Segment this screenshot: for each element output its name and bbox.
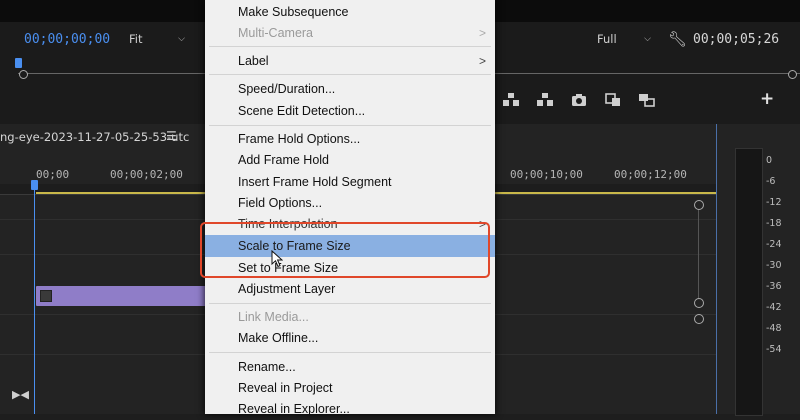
in-point-handle[interactable]: [19, 70, 28, 79]
out-point-handle[interactable]: [788, 70, 797, 79]
menu-separator: [209, 352, 491, 353]
lift-icon[interactable]: [502, 92, 520, 108]
menu-separator: [209, 125, 491, 126]
menu-separator: [209, 74, 491, 75]
menu-item-label: Speed/Duration...: [238, 82, 336, 96]
meter-label: -42: [766, 302, 782, 313]
menu-item-make-subsequence[interactable]: Make Subsequence: [205, 1, 495, 23]
menu-item-multi-camera: Multi-Camera >: [205, 22, 495, 44]
menu-item-label: Scene Edit Detection...: [238, 104, 366, 118]
menu-item-label: Rename...: [238, 360, 296, 374]
audio-meters: [735, 148, 763, 416]
timeline-settings-icon[interactable]: ▶◀: [12, 388, 29, 401]
menu-item-speed-duration[interactable]: Speed/Duration...: [205, 78, 495, 100]
menu-item-label: Frame Hold Options...: [238, 132, 361, 146]
menu-item-frame-hold-options[interactable]: Frame Hold Options...: [205, 128, 495, 150]
chevron-down-icon: ⌵: [178, 34, 185, 44]
menu-item-adjustment-layer[interactable]: Adjustment Layer: [205, 278, 495, 300]
scroll-handle-bottom[interactable]: [694, 298, 704, 308]
panel-focus-border: [716, 124, 717, 414]
menu-item-label: Reveal in Project: [238, 381, 333, 395]
scroll-handle-top[interactable]: [694, 314, 704, 324]
multicam-icon[interactable]: [638, 92, 656, 108]
panel-menu-icon[interactable]: ☰: [166, 129, 177, 143]
meter-label: -54: [766, 344, 782, 355]
menu-item-label: Label: [238, 54, 269, 68]
menu-item-insert-frame-hold-segment[interactable]: Insert Frame Hold Segment: [205, 171, 495, 193]
clip-context-menu: Make Subsequence Multi-Camera > Label > Sp…: [205, 0, 495, 416]
scroll-handle-top[interactable]: [694, 200, 704, 210]
wrench-icon[interactable]: 🔧︎: [668, 30, 687, 48]
menu-item-label: Make Subsequence: [238, 5, 349, 19]
menu-item-add-frame-hold[interactable]: Add Frame Hold: [205, 149, 495, 171]
menu-item-label: Insert Frame Hold Segment: [238, 175, 392, 189]
resolution-dropdown-label: Full: [597, 32, 617, 46]
meter-label: -6: [766, 176, 776, 187]
meter-label: -12: [766, 197, 782, 208]
monitor-playhead[interactable]: [15, 58, 22, 68]
compare-view-icon[interactable]: [604, 92, 622, 108]
submenu-arrow-icon: >: [478, 54, 486, 68]
camera-icon[interactable]: [570, 92, 588, 108]
meter-label: 0: [766, 155, 773, 166]
extract-icon[interactable]: [536, 92, 554, 108]
highlight-annotation-box: [200, 222, 490, 278]
submenu-arrow-icon: >: [478, 26, 486, 40]
menu-item-label: Make Offline...: [238, 331, 319, 345]
menu-item-label: Add Frame Hold: [238, 153, 330, 167]
meter-label: -36: [766, 281, 782, 292]
ruler-label: 00;00;12;00: [614, 168, 687, 181]
menu-item-make-offline[interactable]: Make Offline...: [205, 327, 495, 349]
ruler-label: 00;00;10;00: [510, 168, 583, 181]
menu-item-link-media: Link Media...: [205, 306, 495, 328]
menu-item-label: Multi-Camera: [238, 26, 314, 40]
video-clip[interactable]: [36, 286, 206, 306]
timeline-playhead[interactable]: [31, 180, 38, 190]
menu-item-scene-edit-detection[interactable]: Scene Edit Detection...: [205, 100, 495, 122]
menu-separator: [209, 46, 491, 47]
timeline-playhead-line: [34, 182, 35, 414]
menu-item-label: Link Media...: [238, 310, 309, 324]
menu-item-rename[interactable]: Rename...: [205, 356, 495, 378]
mouse-pointer-icon: [271, 250, 283, 268]
menu-item-field-options[interactable]: Field Options...: [205, 192, 495, 214]
playback-resolution-dropdown[interactable]: Full ⌵: [592, 30, 656, 48]
meter-label: -48: [766, 323, 782, 334]
meter-label: -30: [766, 260, 782, 271]
ruler-label: 00;00;02;00: [110, 168, 183, 181]
meter-label: -24: [766, 239, 782, 250]
chevron-down-icon: ⌵: [644, 34, 651, 44]
zoom-dropdown-label: Fit: [129, 32, 143, 46]
menu-separator: [209, 303, 491, 304]
menu-item-reveal-in-explorer[interactable]: Reveal in Explorer...: [205, 398, 495, 420]
menu-item-label: Adjustment Layer: [238, 282, 336, 296]
meter-label: -18: [766, 218, 782, 229]
fx-badge-icon: [40, 290, 52, 302]
sequence-tab[interactable]: ng-eye-2023-11-27-05-25-53-utc: [0, 130, 189, 144]
playhead-timecode[interactable]: 00;00;00;00: [24, 32, 110, 47]
zoom-dropdown[interactable]: Fit ⌵: [124, 30, 190, 48]
ruler-label: 00;00: [36, 168, 70, 181]
menu-item-label-submenu[interactable]: Label >: [205, 50, 495, 72]
duration-timecode: 00;00;05;26: [693, 32, 780, 47]
track-scrollbar[interactable]: [698, 208, 699, 304]
menu-item-reveal-in-project[interactable]: Reveal in Project: [205, 377, 495, 399]
menu-item-label: Field Options...: [238, 196, 323, 210]
button-editor-plus-icon[interactable]: +: [760, 89, 774, 109]
